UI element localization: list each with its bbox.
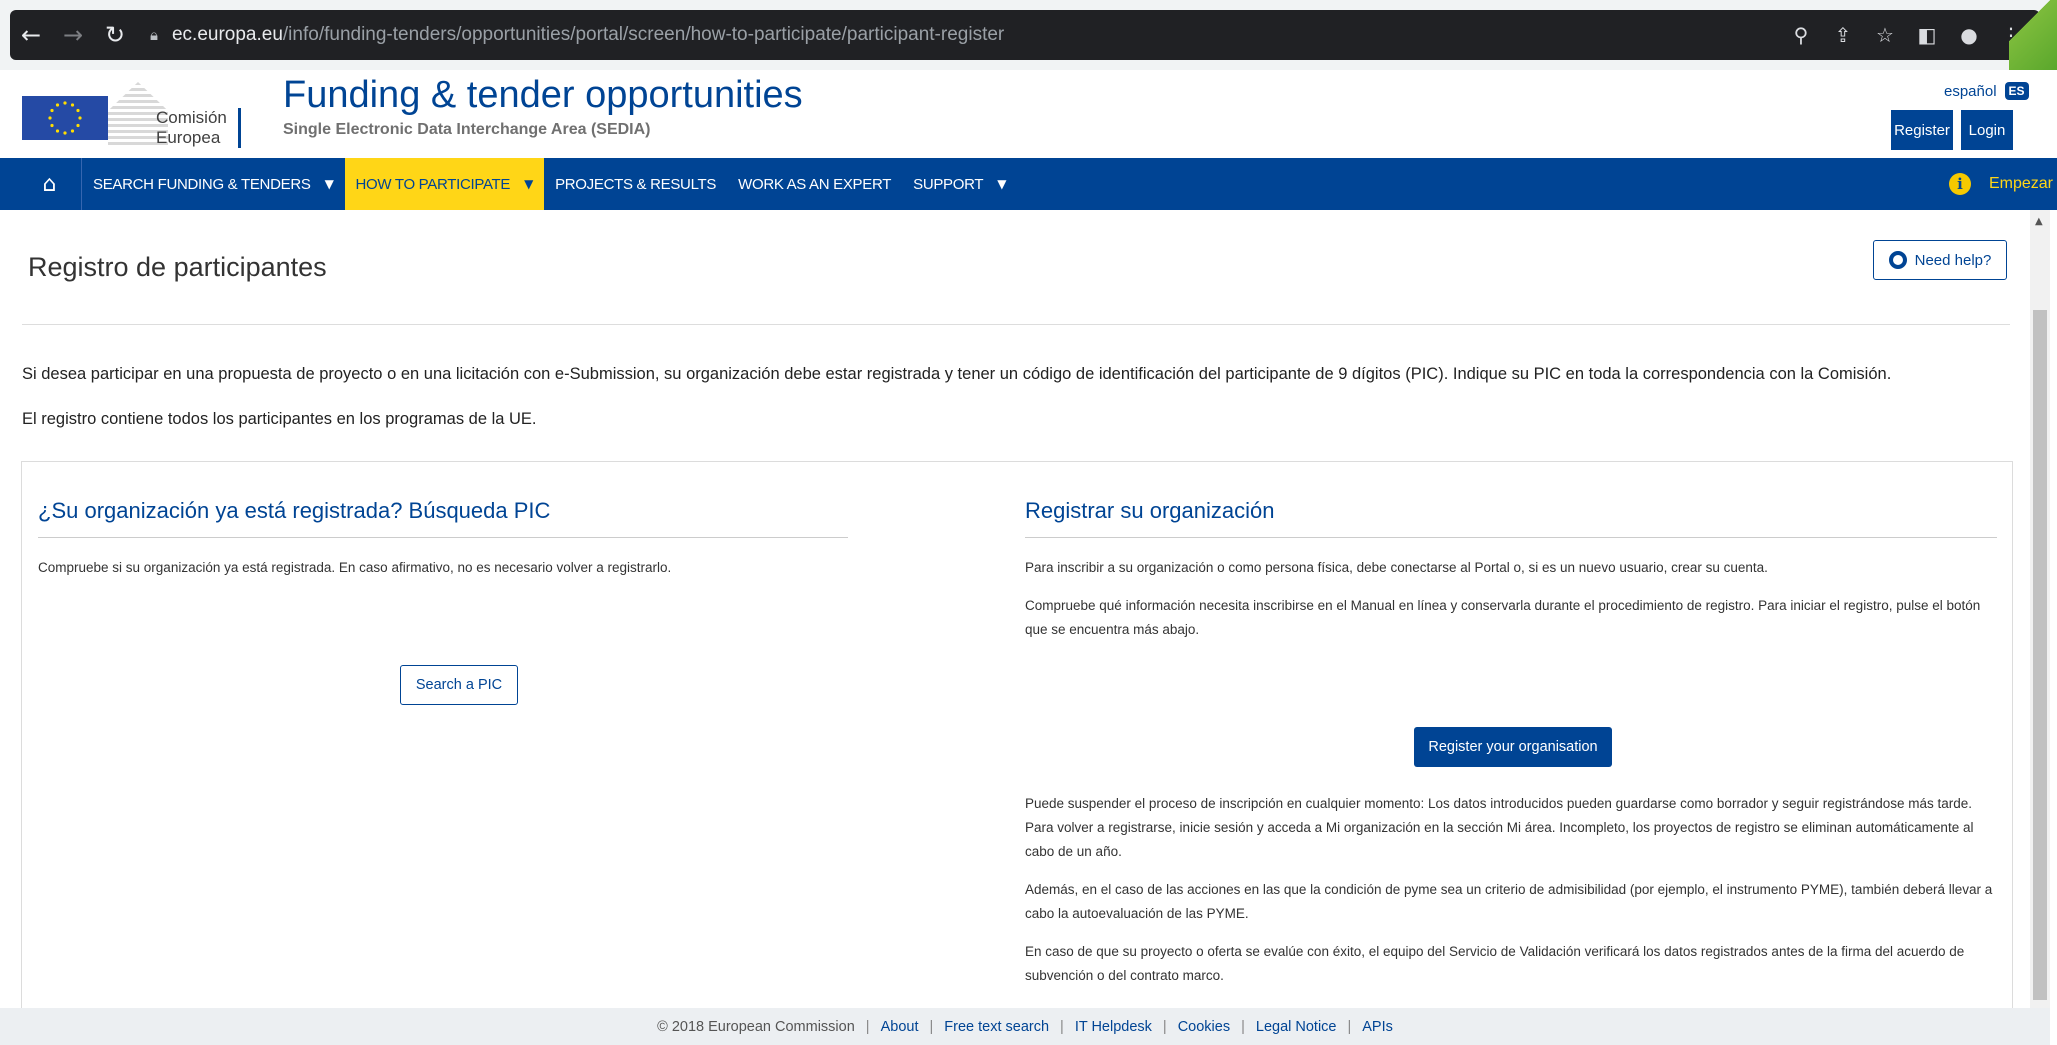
- nav-work-as-expert[interactable]: WORK AS AN EXPERT: [727, 158, 902, 210]
- search-pic-button[interactable]: Search a PIC: [400, 665, 518, 705]
- ec-logo[interactable]: Comisión Europea: [22, 78, 244, 150]
- pic-search-heading: ¿Su organización ya está registrada? Bús…: [38, 498, 848, 538]
- site-header: Comisión Europea Funding & tender opport…: [0, 70, 2057, 158]
- language-badge: ES: [2004, 82, 2029, 100]
- empezar-link[interactable]: Empezar: [1989, 175, 2053, 193]
- pic-search-section: ¿Su organización ya está registrada? Bús…: [38, 498, 848, 705]
- lock-icon: 🔒︎: [150, 26, 158, 44]
- nav-projects-results[interactable]: PROJECTS & RESULTS: [544, 158, 727, 210]
- language-selector[interactable]: español ES: [1944, 82, 2029, 100]
- footer-link-about[interactable]: About: [881, 1019, 919, 1035]
- footer-separator: |: [865, 1018, 870, 1035]
- intro-text-2: El registro contiene todos los participa…: [22, 410, 537, 428]
- footer-link-search[interactable]: Free text search: [944, 1019, 1049, 1035]
- browser-toolbar: ← → ↻ 🔒︎ ec.europa.eu/info/funding-tende…: [10, 10, 2040, 60]
- logo-divider: [238, 108, 241, 148]
- register-org-heading: Registrar su organización: [1025, 498, 1997, 538]
- address-bar[interactable]: 🔒︎ ec.europa.eu/info/funding-tenders/opp…: [150, 15, 1004, 55]
- footer-link-helpdesk[interactable]: IT Helpdesk: [1075, 1019, 1152, 1035]
- caret-down-icon: ▼: [524, 177, 534, 191]
- url-path: /info/funding-tenders/opportunities/port…: [282, 24, 1005, 45]
- share-icon[interactable]: ⇪: [1830, 23, 1856, 47]
- footer-separator: |: [1060, 1018, 1064, 1035]
- main-content: Registro de participantes Need help? Si …: [0, 210, 2030, 1017]
- caret-down-icon: ▼: [997, 177, 1007, 191]
- home-icon[interactable]: ⌂: [18, 158, 82, 210]
- register-org-text-1: Para inscribir a su organización o como …: [1025, 560, 1768, 575]
- forward-icon[interactable]: →: [52, 21, 94, 49]
- nav-support[interactable]: SUPPORT ▼: [902, 158, 1017, 210]
- register-org-text-5: En caso de que su proyecto o oferta se e…: [1025, 944, 1965, 983]
- register-org-text-3: Puede suspender el proceso de inscripció…: [1025, 796, 1974, 859]
- side-panel-icon[interactable]: ◧: [1914, 23, 1940, 47]
- need-help-button[interactable]: Need help?: [1873, 240, 2007, 280]
- scroll-up-icon[interactable]: ▲: [2035, 216, 2043, 227]
- back-icon[interactable]: ←: [10, 21, 52, 49]
- logo-line2: Europea: [156, 128, 221, 147]
- reload-icon[interactable]: ↻: [94, 21, 136, 49]
- page-scrollbar[interactable]: ▲: [2030, 210, 2050, 1008]
- scrollbar-thumb[interactable]: [2033, 310, 2047, 1000]
- copyright: © 2018 European Commission: [657, 1018, 855, 1035]
- nav-label: PROJECTS & RESULTS: [555, 175, 717, 193]
- url-host: ec.europa.eu: [171, 24, 283, 45]
- star-icon[interactable]: ☆: [1872, 23, 1898, 47]
- nav-label: SEARCH FUNDING & TENDERS: [93, 175, 311, 193]
- register-button[interactable]: Register: [1891, 110, 1953, 150]
- logo-text: Comisión Europea: [156, 108, 227, 148]
- register-org-text-2: Compruebe qué información necesita inscr…: [1025, 598, 1981, 637]
- register-org-text-4: Además, en el caso de las acciones en la…: [1025, 882, 1993, 921]
- divider: [22, 324, 2010, 325]
- language-label: español: [1944, 82, 1997, 100]
- pic-search-text: Compruebe si su organización ya está reg…: [38, 560, 672, 575]
- login-button[interactable]: Login: [1961, 110, 2013, 150]
- corner-decoration: [2009, 0, 2057, 70]
- site-title[interactable]: Funding & tender opportunities: [283, 74, 803, 117]
- footer-separator: |: [1347, 1018, 1352, 1035]
- intro-text: Si desea participar en una propuesta de …: [22, 365, 1892, 383]
- footer-separator: |: [929, 1018, 934, 1035]
- register-org-section: Registrar su organización Para inscribir…: [1025, 498, 1997, 988]
- info-icon[interactable]: i: [1948, 173, 1971, 195]
- footer-link-apis[interactable]: APIs: [1362, 1019, 1393, 1035]
- eu-flag-icon: [22, 96, 108, 140]
- footer-link-legal[interactable]: Legal Notice: [1256, 1019, 1337, 1035]
- zoom-icon[interactable]: ⚲: [1788, 23, 1814, 47]
- footer-separator: |: [1162, 1018, 1167, 1035]
- lifebuoy-icon: [1888, 251, 1907, 269]
- nav-search-funding[interactable]: SEARCH FUNDING & TENDERS ▼: [82, 158, 345, 210]
- site-subtitle: Single Electronic Data Interchange Area …: [283, 121, 651, 138]
- nav-label: SUPPORT: [913, 175, 984, 193]
- logo-line1: Comisión: [156, 108, 227, 127]
- caret-down-icon: ▼: [324, 177, 334, 191]
- register-organisation-button[interactable]: Register your organisation: [1414, 727, 1612, 767]
- nav-label: WORK AS AN EXPERT: [738, 175, 892, 193]
- profile-icon[interactable]: ●: [1956, 23, 1982, 47]
- nav-label: HOW TO PARTICIPATE: [355, 175, 511, 193]
- site-footer: © 2018 European Commission | About | Fre…: [0, 1008, 2050, 1045]
- need-help-label: Need help?: [1914, 251, 1992, 269]
- main-nav: ⌂ SEARCH FUNDING & TENDERS ▼ HOW TO PARTI…: [0, 158, 2057, 210]
- footer-link-cookies[interactable]: Cookies: [1178, 1019, 1230, 1035]
- browser-chrome: ← → ↻ 🔒︎ ec.europa.eu/info/funding-tende…: [0, 0, 2057, 70]
- register-panel: ¿Su organización ya está registrada? Bús…: [21, 461, 2013, 1017]
- footer-separator: |: [1241, 1018, 1245, 1035]
- page-title: Registro de participantes: [28, 252, 327, 282]
- nav-how-to-participate[interactable]: HOW TO PARTICIPATE ▼: [344, 158, 545, 210]
